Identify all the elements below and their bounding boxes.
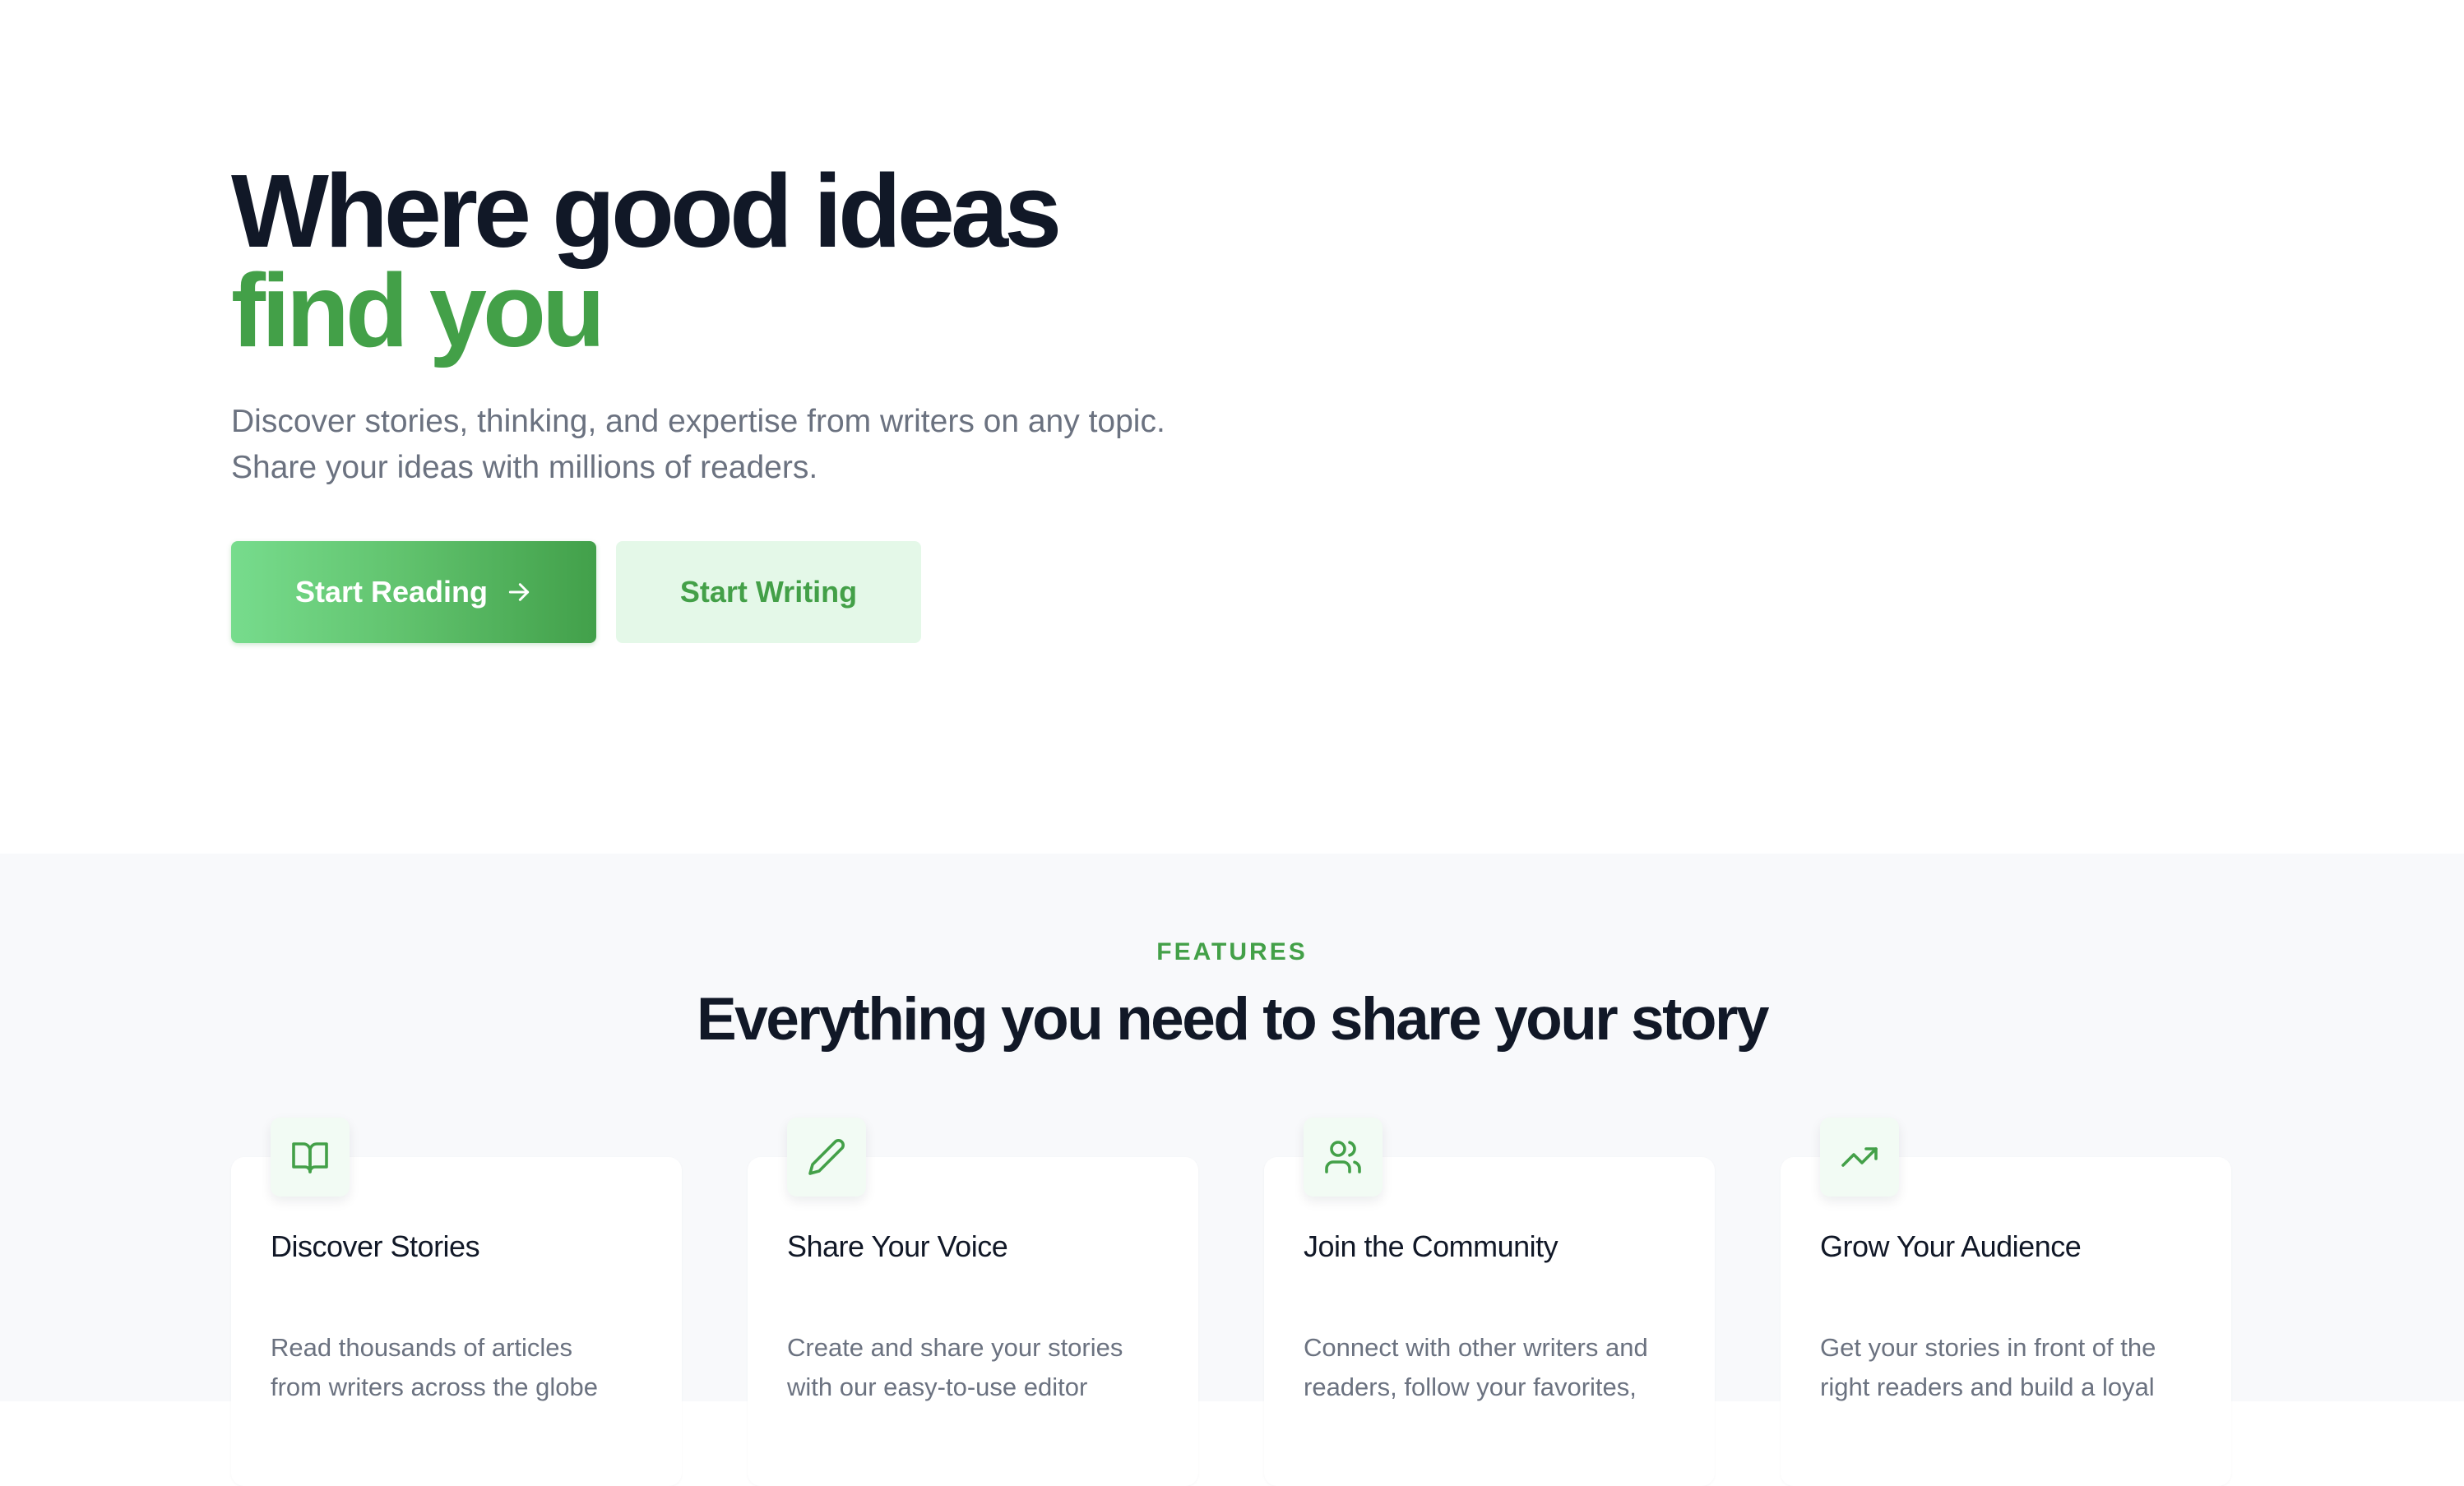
feature-description: Connect with other writers and readers, …	[1304, 1333, 1648, 1401]
feature-card-audience: Grow Your Audience Get your stories in f…	[1781, 1118, 2231, 1486]
hero-title-accent: find you	[231, 252, 605, 368]
features-section: FEATURES Everything you need to share yo…	[0, 854, 2464, 1486]
feature-title: Share Your Voice	[787, 1229, 1008, 1263]
feature-description: Create and share your stories with our e…	[787, 1333, 1123, 1401]
feature-description: Get your stories in front of the right r…	[1820, 1333, 2156, 1401]
arrow-right-icon	[508, 583, 530, 601]
feature-title: Join the Community	[1304, 1229, 1559, 1263]
start-writing-button[interactable]: Start Writing	[616, 541, 921, 643]
feature-card-share: Share Your Voice Create and share your s…	[748, 1118, 1198, 1486]
features-eyebrow: FEATURES	[1156, 938, 1308, 965]
feature-title: Grow Your Audience	[1820, 1229, 2082, 1263]
feature-title: Discover Stories	[271, 1229, 480, 1263]
trending-up-icon	[1841, 1147, 1878, 1167]
pencil-icon	[808, 1139, 845, 1175]
feature-card-community: Join the Community Connect with other wr…	[1264, 1118, 1715, 1486]
users-icon	[1325, 1141, 1361, 1174]
feature-card-discover: Discover Stories Read thousands of artic…	[231, 1118, 682, 1486]
hero-subtitle-line: Share your ideas with millions of reader…	[231, 450, 818, 485]
start-reading-label: Start Reading	[294, 575, 489, 609]
features-title: Everything you need to share your story	[696, 986, 1770, 1053]
start-writing-label: Start Writing	[679, 575, 858, 609]
hero-title-line: Where good ideas	[231, 153, 1062, 269]
start-reading-button[interactable]: Start Reading	[231, 541, 596, 643]
feature-icon-wrap	[787, 1118, 866, 1197]
feature-description: Read thousands of articles from writers …	[271, 1333, 598, 1401]
hero-subtitle: Discover stories, thinking, and expertis…	[231, 399, 1165, 491]
hero-title: Where good ideas find you	[231, 153, 1062, 368]
feature-icon-wrap	[1304, 1118, 1383, 1197]
hero-section: Where good ideas find you Discover stori…	[0, 0, 2464, 854]
hero-subtitle-line: Discover stories, thinking, and expertis…	[231, 404, 1165, 439]
book-open-icon	[292, 1142, 328, 1174]
feature-icon-wrap	[1820, 1118, 1899, 1197]
feature-icon-wrap	[271, 1118, 350, 1197]
